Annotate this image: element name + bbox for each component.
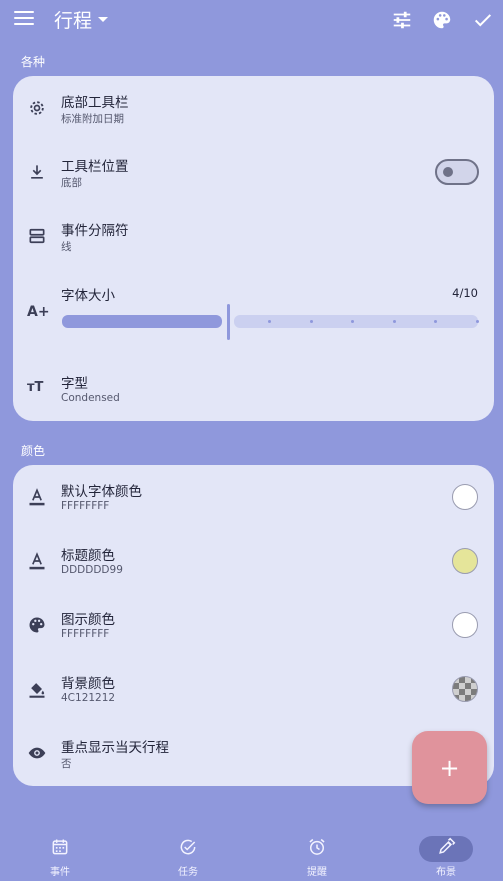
slider-tick: [310, 320, 313, 323]
setting-background-color[interactable]: 背景颜色 4C121212: [13, 657, 494, 721]
setting-title: 背景颜色: [61, 676, 115, 692]
setting-subtitle: 否: [61, 758, 72, 770]
setting-default-font-color[interactable]: 默认字体颜色 FFFFFFFF: [13, 465, 494, 529]
color-swatch[interactable]: [452, 676, 478, 702]
add-fab-button[interactable]: +: [412, 731, 487, 804]
setting-subtitle: Condensed: [61, 392, 120, 404]
separator-icon: [29, 228, 45, 244]
setting-event-separator[interactable]: 事件分隔符 线: [13, 204, 494, 268]
typeface-icon: тT: [27, 380, 44, 395]
slider-thumb[interactable]: [227, 304, 230, 340]
tune-icon[interactable]: [391, 9, 413, 31]
setting-subtitle: 底部: [61, 177, 82, 189]
setting-title: 底部工具栏: [61, 95, 129, 111]
font-size-value: 4/10: [452, 286, 478, 300]
section-label-colors: 颜色: [21, 444, 46, 458]
slider-tick: [393, 320, 396, 323]
slider-track-active: [62, 315, 222, 328]
toggle-knob: [443, 167, 453, 177]
check-circle-icon: [180, 839, 196, 855]
nav-label: 提醒: [307, 867, 327, 878]
nav-item-events[interactable]: 事件: [30, 837, 90, 878]
title-dropdown[interactable]: 行程: [54, 6, 109, 33]
setting-title: 工具栏位置: [61, 159, 129, 175]
color-swatch[interactable]: [452, 548, 478, 574]
setting-toolbar-position[interactable]: 工具栏位置 底部: [13, 140, 494, 204]
nav-label: 任务: [178, 867, 198, 878]
setting-subtitle: 线: [61, 241, 72, 253]
slider-tick: [434, 320, 437, 323]
color-swatch[interactable]: [452, 484, 478, 510]
download-icon: [31, 165, 43, 179]
palette-icon: [29, 617, 45, 633]
fill-icon: [29, 683, 45, 698]
slider-tick: [476, 320, 479, 323]
setting-title: 图示颜色: [61, 612, 115, 628]
font-size-slider[interactable]: [13, 302, 494, 342]
setting-subtitle: 标准附加日期: [61, 113, 124, 125]
setting-subtitle: DDDDDD99: [61, 564, 123, 576]
setting-subtitle: 4C121212: [61, 692, 116, 704]
palette-icon[interactable]: [431, 9, 453, 31]
setting-title-color[interactable]: 标题颜色 DDDDDD99: [13, 529, 494, 593]
page-title: 行程: [54, 10, 93, 32]
nav-label: 布景: [436, 867, 456, 878]
setting-title: 字型: [61, 376, 88, 392]
color-swatch[interactable]: [452, 612, 478, 638]
setting-title: 重点显示当天行程: [61, 740, 169, 756]
setting-subtitle: FFFFFFFF: [61, 500, 110, 512]
slider-tick: [351, 320, 354, 323]
text-color-icon: [29, 488, 45, 506]
nav-item-tasks[interactable]: 任务: [158, 837, 218, 878]
toolbar-position-toggle[interactable]: [435, 159, 479, 185]
section-label-misc: 各种: [21, 55, 46, 69]
top-app-bar: 行程: [0, 0, 503, 40]
setting-icon-color[interactable]: 图示颜色 FFFFFFFF: [13, 593, 494, 657]
nav-item-theme[interactable]: 布景: [416, 837, 476, 878]
plus-icon: +: [439, 753, 460, 782]
misc-card: 底部工具栏 标准附加日期 工具栏位置 底部 事件分隔符 线 A+ 字体大小 4/…: [13, 76, 494, 421]
eyedropper-icon: [439, 837, 456, 854]
setting-title: 默认字体颜色: [61, 484, 142, 500]
chevron-down-icon: [98, 17, 109, 22]
setting-bottom-toolbar[interactable]: 底部工具栏 标准附加日期: [13, 76, 494, 140]
nav-item-reminders[interactable]: 提醒: [287, 837, 347, 878]
gear-icon: [30, 101, 44, 115]
nav-label: 事件: [50, 867, 70, 878]
setting-title: 标题颜色: [61, 548, 115, 564]
text-color-icon: [29, 552, 45, 570]
alarm-icon: [309, 838, 325, 855]
calendar-icon: [52, 839, 68, 855]
menu-icon[interactable]: [14, 11, 34, 29]
setting-subtitle: FFFFFFFF: [61, 628, 110, 640]
setting-title: 字体大小: [61, 288, 115, 304]
setting-font-size: A+ 字体大小 4/10: [13, 268, 494, 356]
setting-title: 事件分隔符: [61, 223, 129, 239]
check-icon[interactable]: [472, 9, 494, 31]
setting-typeface[interactable]: тT 字型 Condensed: [13, 356, 494, 421]
eye-icon: [28, 747, 46, 759]
slider-tick: [268, 320, 271, 323]
